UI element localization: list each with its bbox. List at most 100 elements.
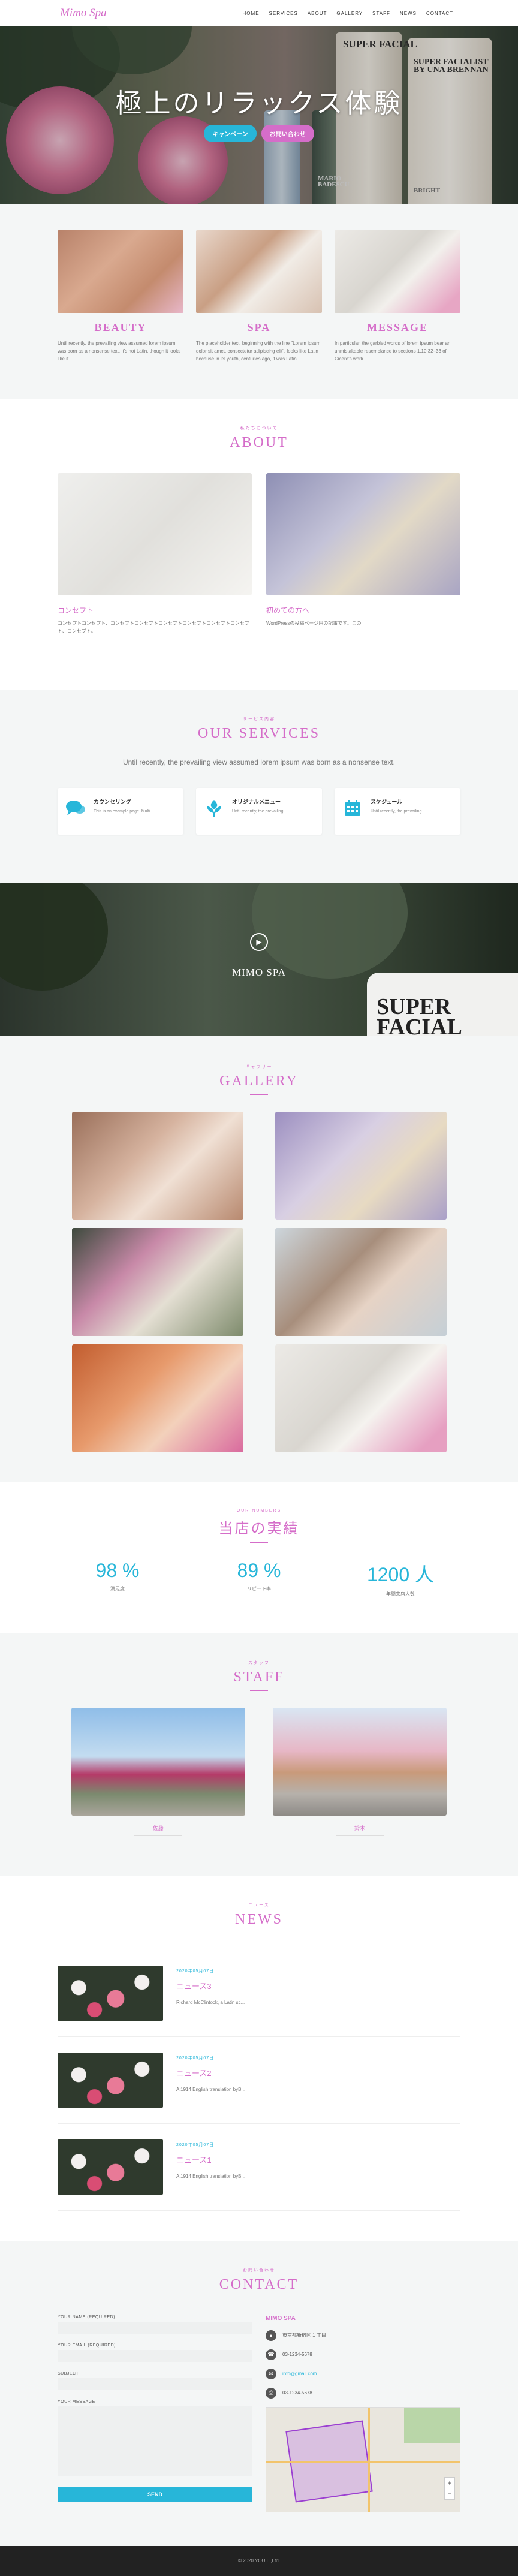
section-subtitle: ギャラリー xyxy=(245,1064,273,1069)
leaf-icon xyxy=(203,798,225,819)
play-icon[interactable]: ▶ xyxy=(250,932,268,951)
nav-services[interactable]: SERVICES xyxy=(269,11,298,16)
nav-home[interactable]: HOME xyxy=(243,11,260,16)
feature-title: SPA xyxy=(247,321,271,333)
gallery-image[interactable] xyxy=(71,1227,243,1336)
section-title: GALLERY xyxy=(219,1073,299,1089)
feature-title: MESSAGE xyxy=(366,321,429,333)
staff-photo xyxy=(71,1707,245,1816)
chat-icon xyxy=(65,798,86,819)
services-section: サービス内容 OUR SERVICES Until recently, the … xyxy=(0,689,518,883)
video-title: MIMO SPA xyxy=(231,966,287,978)
contact-button[interactable]: お問い合わせ xyxy=(261,125,314,142)
stat-label: 満足度 xyxy=(110,1585,125,1591)
hero: SUPER FACIAL SUPER FACIALIST BY UNA BREN… xyxy=(0,26,518,204)
nav-gallery[interactable]: GALLERY xyxy=(336,11,363,16)
map-road xyxy=(266,2461,460,2463)
name-label: YOUR NAME (REQUIRED) xyxy=(58,2315,115,2319)
service-title: スケジュール xyxy=(371,798,403,805)
phone-text: 03-1234-5678 xyxy=(282,2352,312,2358)
about-card-title[interactable]: コンセプト xyxy=(58,605,252,615)
calendar-icon xyxy=(342,798,363,819)
phone-icon: ☎ xyxy=(266,2349,276,2360)
about-card-text: コンセプトコンセプト、コンセプトコンセプトコンセプトコンセプトコンセプトコンセプ… xyxy=(58,621,249,634)
map-road xyxy=(368,2407,370,2512)
logo[interactable]: Mimo Spa xyxy=(60,7,107,20)
stat-item: 1200 人年間来店人数 xyxy=(341,1560,460,1597)
section-subtitle: お問い合わせ xyxy=(243,2268,275,2273)
section-title: CONTACT xyxy=(219,2276,299,2292)
location-icon: ● xyxy=(266,2330,276,2341)
news-date: 2020年05月07日 xyxy=(176,2056,215,2060)
gallery-image[interactable] xyxy=(275,1227,447,1336)
about-card-title[interactable]: 初めての方へ xyxy=(266,605,460,615)
nav-news[interactable]: NEWS xyxy=(400,11,417,16)
section-subtitle: サービス内容 xyxy=(243,717,275,721)
section-divider xyxy=(250,1094,268,1095)
stat-item: 89 % リピート率 xyxy=(199,1560,319,1597)
message-field[interactable] xyxy=(58,2406,252,2476)
staff-photo xyxy=(273,1707,447,1816)
fax-text: 03-1234-5678 xyxy=(282,2390,312,2396)
about-image xyxy=(266,473,460,596)
gallery-image[interactable] xyxy=(71,1111,243,1220)
news-item[interactable]: 2020年05月07日 ニュース3 Richard McClintock, a … xyxy=(58,1950,460,2037)
message-label: YOUR MESSAGE xyxy=(58,2399,95,2404)
service-card[interactable]: スケジュール Until recently, the prevailing ..… xyxy=(335,787,460,835)
subject-field[interactable] xyxy=(58,2378,252,2390)
video-tube-text: SUPER FACIAL xyxy=(377,994,462,1036)
staff-divider xyxy=(134,1835,182,1836)
stat-value: 1200 人 xyxy=(366,1563,435,1585)
news-title[interactable]: ニュース1 xyxy=(176,2154,245,2165)
hero-title: 極上のリラックス体験 xyxy=(115,89,403,118)
service-card[interactable]: オリジナルメニュー Until recently, the prevailing… xyxy=(196,787,322,835)
section-subtitle: OUR NUMBERS xyxy=(236,1508,282,1513)
name-field[interactable] xyxy=(58,2321,252,2334)
news-item[interactable]: 2020年05月07日 ニュース1 A 1914 English transla… xyxy=(58,2124,460,2211)
feature-title: BEAUTY xyxy=(94,321,147,333)
section-subtitle: 私たちについて xyxy=(240,426,278,431)
gallery-image[interactable] xyxy=(71,1344,243,1452)
service-text: This is an example page. Multi... xyxy=(94,809,154,814)
gallery-section: ギャラリー GALLERY xyxy=(0,1036,518,1482)
email-link[interactable]: info@gmail.com xyxy=(282,2371,317,2376)
nav-contact[interactable]: CONTACT xyxy=(426,11,453,16)
email-label: YOUR EMAIL (REQUIRED) xyxy=(58,2343,116,2348)
news-thumb xyxy=(58,2139,163,2195)
services-intro: Until recently, the prevailing view assu… xyxy=(123,757,395,766)
stats-section: OUR NUMBERS 当店の実績 98 % 満足度 89 % リピート率 1200… xyxy=(0,1482,518,1633)
staff-card[interactable]: 佐藤 xyxy=(71,1707,245,1836)
email-field[interactable] xyxy=(58,2349,252,2362)
campaign-button[interactable]: キャンペーン xyxy=(204,125,257,142)
gallery-image[interactable] xyxy=(275,1344,447,1452)
service-card[interactable]: カウンセリング This is an example page. Multi..… xyxy=(58,787,183,835)
gallery-image[interactable] xyxy=(275,1111,447,1220)
stat-label: リピート率 xyxy=(247,1585,271,1591)
about-card-text: WordPressの投稿ページ用の記事です。この xyxy=(266,621,362,627)
news-thumb xyxy=(58,1965,163,2021)
phone-row: ☎ 03-1234-5678 xyxy=(266,2349,460,2360)
map-zoom-control[interactable]: + − xyxy=(444,2476,455,2500)
section-divider xyxy=(250,1690,268,1691)
contact-info: MIMO SPA ● 東京都新宿区 1 丁目 ☎ 03-1234-5678 ✉ inf… xyxy=(266,2315,460,2512)
news-title[interactable]: ニュース3 xyxy=(176,1980,245,1991)
contact-section: お問い合わせ CONTACT YOUR NAME (REQUIRED) YOUR… xyxy=(0,2240,518,2546)
nav-about[interactable]: ABOUT xyxy=(308,11,327,16)
staff-card[interactable]: 鈴木 xyxy=(273,1707,447,1836)
news-title[interactable]: ニュース2 xyxy=(176,2067,245,2078)
feature-text: Until recently, the prevailing view assu… xyxy=(58,341,181,362)
nav-staff[interactable]: STAFF xyxy=(372,11,390,16)
staff-name: 鈴木 xyxy=(354,1825,365,1831)
info-title: MIMO SPA xyxy=(266,2315,296,2322)
address-text: 東京都新宿区 1 丁目 xyxy=(282,2333,326,2339)
service-text: Until recently, the prevailing ... xyxy=(232,809,288,814)
news-item[interactable]: 2020年05月07日 ニュース2 A 1914 English transla… xyxy=(58,2037,460,2124)
news-excerpt: A 1914 English translation byB... xyxy=(176,2173,246,2179)
staff-divider xyxy=(336,1835,384,1836)
video-tube: SUPER FACIAL xyxy=(367,972,518,1036)
map[interactable]: + − xyxy=(266,2406,460,2512)
mail-icon: ✉ xyxy=(266,2368,276,2379)
stat-value: 98 % xyxy=(95,1559,140,1581)
email-row: ✉ info@gmail.com xyxy=(266,2368,460,2379)
site-header: Mimo Spa HOME SERVICES ABOUT GALLERY STA… xyxy=(0,0,518,26)
